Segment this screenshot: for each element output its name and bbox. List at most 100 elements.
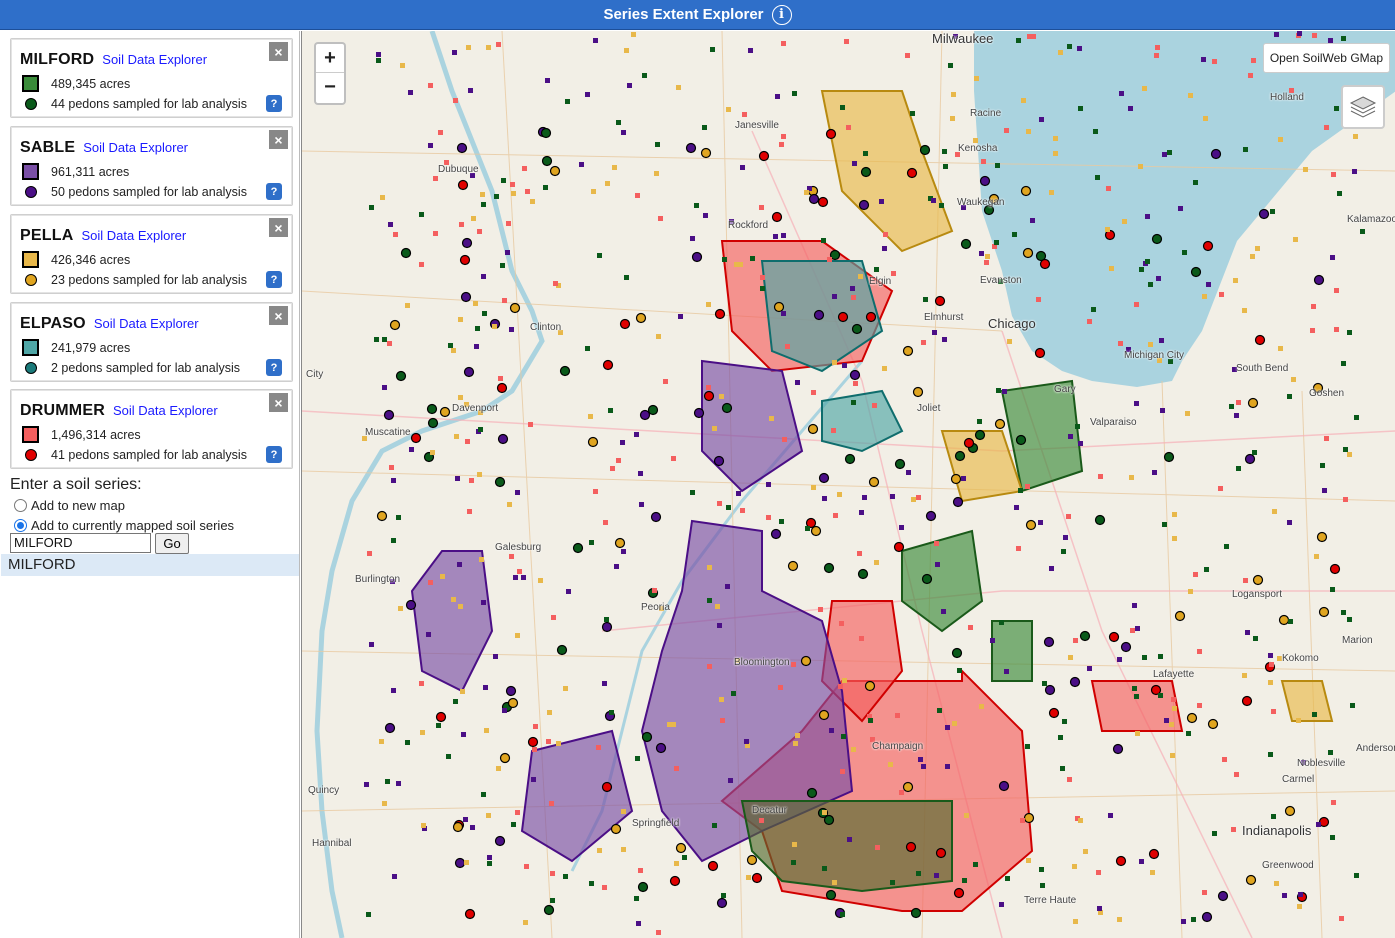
soil-data-explorer-link[interactable]: Soil Data Explorer xyxy=(83,140,188,155)
soil-data-explorer-link[interactable]: Soil Data Explorer xyxy=(81,228,186,243)
pedon-point xyxy=(1115,855,1127,867)
extent-fragment xyxy=(1250,254,1255,259)
extent-fragment xyxy=(1269,662,1274,667)
extent-fragment xyxy=(1297,31,1302,36)
extent-fragment xyxy=(1328,750,1333,755)
lake-michigan xyxy=(974,31,1395,387)
radio-add-current[interactable]: Add to currently mapped soil series xyxy=(14,518,234,533)
pedon-point xyxy=(405,599,417,611)
extent-fragment xyxy=(939,203,944,208)
extent-fragment xyxy=(1350,703,1355,708)
soil-data-explorer-link[interactable]: Soil Data Explorer xyxy=(94,316,199,331)
help-icon[interactable]: ? xyxy=(266,95,282,112)
extent-fragment xyxy=(719,697,724,702)
pedon-point xyxy=(817,196,829,208)
extent-fragment xyxy=(1154,53,1159,58)
zoom-control: + − xyxy=(314,42,346,105)
close-icon[interactable]: × xyxy=(269,42,288,61)
pedon-point xyxy=(818,709,830,721)
radio-button-selected[interactable] xyxy=(14,519,27,532)
map-label: Marion xyxy=(1342,635,1373,646)
extent-fragment xyxy=(496,42,501,47)
map-label: Milwaukee xyxy=(932,31,994,46)
close-icon[interactable]: × xyxy=(269,306,288,325)
extent-fragment xyxy=(921,764,926,769)
soil-data-explorer-link[interactable]: Soil Data Explorer xyxy=(113,403,218,418)
pedon-point xyxy=(770,528,782,540)
extent-fragment xyxy=(674,766,679,771)
close-icon[interactable]: × xyxy=(269,130,288,149)
extent-fragment xyxy=(781,41,786,46)
extent-fragment xyxy=(717,501,722,506)
zoom-in-button[interactable]: + xyxy=(316,44,344,73)
extent-fragment xyxy=(1109,266,1114,271)
pedon-point xyxy=(1217,890,1229,902)
map-label: Burlington xyxy=(355,574,401,585)
extent-fragment xyxy=(1004,669,1009,674)
extent-fragment xyxy=(380,195,385,200)
extent-fragment xyxy=(448,343,453,348)
close-icon[interactable]: × xyxy=(269,218,288,237)
help-icon[interactable]: ? xyxy=(266,446,282,463)
radio-add-new-map[interactable]: Add to new map xyxy=(14,498,125,513)
pedon-point xyxy=(457,179,469,191)
extent-fragment xyxy=(882,366,887,371)
sable-extent xyxy=(410,550,494,693)
zoom-out-button[interactable]: − xyxy=(316,73,344,102)
extent-fragment xyxy=(502,708,507,713)
extent-fragment xyxy=(605,181,610,186)
extent-fragment xyxy=(1334,288,1339,293)
series-input[interactable]: MILFORD xyxy=(10,533,151,553)
extent-fragment xyxy=(781,134,786,139)
extent-fragment xyxy=(486,813,491,818)
extent-fragment xyxy=(391,478,396,483)
help-icon[interactable]: ? xyxy=(266,271,282,288)
go-button[interactable]: Go xyxy=(155,533,189,554)
extent-fragment xyxy=(760,286,765,291)
pedon-point xyxy=(787,560,799,572)
extent-fragment xyxy=(674,861,679,866)
radio-button[interactable] xyxy=(14,499,27,512)
help-icon[interactable]: ? xyxy=(266,183,282,200)
acres-row: 241,979 acres xyxy=(22,339,130,356)
map-label: Galesburg xyxy=(495,542,542,553)
pedon-point xyxy=(773,301,785,313)
pedon-point xyxy=(647,404,659,416)
extent-fragment xyxy=(1135,731,1140,736)
pedon-point xyxy=(1015,434,1027,446)
extent-fragment xyxy=(1212,59,1217,64)
info-icon[interactable]: i xyxy=(771,4,792,25)
extent-fragment xyxy=(818,607,823,612)
extent-fragment xyxy=(1291,377,1296,382)
pedon-point xyxy=(902,345,914,357)
autocomplete-suggestion[interactable]: MILFORD xyxy=(1,554,299,576)
pedon-point xyxy=(1207,718,1219,730)
close-icon[interactable]: × xyxy=(269,393,288,412)
map-label: Elmhurst xyxy=(924,312,964,323)
extent-fragment xyxy=(366,912,371,917)
map-view[interactable]: Milwaukee Janesville Racine Kenosha Dubuque R… xyxy=(301,31,1395,938)
extent-fragment xyxy=(550,871,555,876)
pedon-point xyxy=(953,887,965,899)
extent-fragment xyxy=(899,525,904,530)
extent-fragment xyxy=(596,745,601,750)
soil-data-explorer-link[interactable]: Soil Data Explorer xyxy=(102,52,207,67)
app-title: Series Extent Explorer xyxy=(603,6,764,23)
extent-fragment xyxy=(1271,709,1276,714)
extent-fragment xyxy=(1063,535,1068,540)
pedon-point xyxy=(1163,451,1175,463)
extent-fragment xyxy=(638,868,643,873)
map-label: Waukegan xyxy=(957,197,1005,208)
open-gmap-button[interactable]: Open SoilWeb GMap xyxy=(1262,43,1390,73)
help-icon[interactable]: ? xyxy=(266,359,282,376)
extent-fragment xyxy=(934,541,939,546)
series-header: DRUMMER Soil Data Explorer xyxy=(20,402,218,420)
layers-button[interactable] xyxy=(1341,85,1385,129)
pedon-point xyxy=(496,382,508,394)
map-label: Evanston xyxy=(980,275,1022,286)
radio-label: Add to new map xyxy=(31,498,125,513)
radio-label: Add to currently mapped soil series xyxy=(31,518,235,533)
pedon-point xyxy=(1020,185,1032,197)
extent-fragment xyxy=(1134,694,1139,699)
extent-fragment xyxy=(1138,164,1143,169)
